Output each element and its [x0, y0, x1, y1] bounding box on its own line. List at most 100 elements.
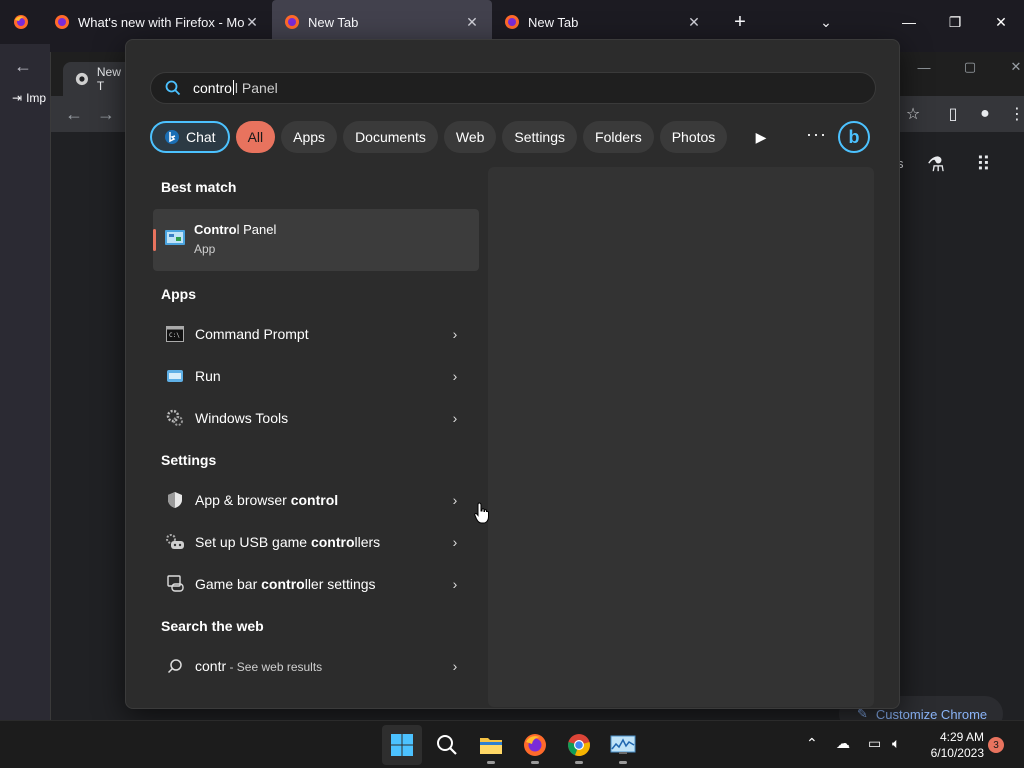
web-query-suffix: - See web results — [226, 660, 323, 674]
more-filters-play-icon[interactable]: ▶ — [752, 128, 770, 146]
notification-badge[interactable]: 3 — [988, 737, 1004, 753]
close-icon[interactable]: ✕ — [244, 14, 260, 31]
filter-all-button[interactable]: All — [235, 121, 276, 153]
more-options-ellipsis-icon[interactable]: ··· — [806, 124, 827, 145]
taskbar-search-button[interactable] — [427, 725, 467, 765]
chevron-right-icon[interactable]: › — [447, 326, 463, 342]
chevron-right-icon[interactable]: › — [447, 534, 463, 550]
chrome-minimize-icon[interactable]: — — [901, 52, 947, 82]
close-icon[interactable]: ✕ — [686, 14, 702, 31]
search-query: contro l Panel — [193, 80, 278, 96]
chevron-right-icon[interactable]: › — [447, 658, 463, 674]
selection-accent-bar — [153, 229, 156, 251]
result-label: App & browser control — [195, 492, 447, 508]
chrome-icon — [75, 72, 89, 86]
profile-avatar-icon[interactable]: ● — [973, 102, 997, 126]
best-match-control-panel[interactable]: Control Panel App — [153, 209, 479, 271]
show-hidden-icons-chevron-icon[interactable]: ⌃ — [806, 735, 818, 752]
firefox-tabstrip: What's new with Firefox - More ✕ New Tab… — [0, 0, 1024, 44]
maximize-icon[interactable]: ❐ — [932, 0, 978, 44]
result-command-prompt[interactable]: C:\ Command Prompt › — [153, 314, 479, 354]
side-panel-icon[interactable]: ▯ — [941, 102, 965, 126]
taskbar-clock[interactable]: 4:29 AM 6/10/2023 — [920, 729, 984, 761]
label-part: App & browser — [195, 492, 291, 508]
folder-icon — [480, 738, 502, 754]
bing-button[interactable]: b — [838, 121, 870, 153]
filter-documents-button[interactable]: Documents — [343, 121, 438, 153]
filter-apps-button[interactable]: Apps — [281, 121, 338, 153]
close-window-icon[interactable]: ✕ — [978, 0, 1024, 44]
firefox-tab-new-tab-active[interactable]: New Tab ✕ — [272, 0, 492, 44]
volume-icon[interactable]: 🔈︎ — [892, 735, 900, 752]
filter-chat-label: Chat — [186, 129, 216, 145]
chrome-icon — [568, 734, 590, 757]
hand-cursor-icon — [474, 502, 489, 524]
usb-controller-icon — [165, 532, 185, 552]
minimize-icon[interactable]: — — [886, 0, 932, 44]
firefox-tab-new-tab[interactable]: New Tab ✕ — [492, 0, 714, 44]
filter-chat-button[interactable]: Chat — [150, 121, 230, 153]
result-label: Command Prompt — [195, 326, 309, 342]
result-web-search[interactable]: contr - See web results › — [153, 646, 479, 686]
label-part: Set up USB game — [195, 534, 311, 550]
firefox-taskbar-button[interactable] — [515, 725, 555, 765]
labs-flask-icon[interactable]: ⚗ — [927, 152, 945, 177]
start-button[interactable] — [382, 725, 422, 765]
chrome-menu-icon[interactable]: ⋮ — [1005, 102, 1024, 126]
result-windows-tools[interactable]: Windows Tools › — [153, 398, 479, 438]
search-input[interactable]: contro l Panel — [150, 72, 876, 104]
result-game-bar-controller-settings[interactable]: Game bar controller settings › — [153, 564, 479, 604]
svg-text:C:\: C:\ — [169, 332, 180, 339]
clock-time: 4:29 AM — [939, 730, 984, 744]
result-label: Set up USB game controllers — [195, 534, 447, 550]
chrome-taskbar-button[interactable] — [559, 725, 599, 765]
result-label: contr - See web results — [195, 658, 447, 674]
chevron-right-icon[interactable]: › — [447, 410, 463, 426]
firefox-menu-icon[interactable] — [0, 0, 42, 44]
list-all-tabs-chevron-icon[interactable]: ⌄ — [811, 0, 841, 44]
chevron-right-icon[interactable]: › — [447, 576, 463, 592]
section-apps-heading: Apps — [161, 286, 196, 302]
chevron-right-icon[interactable]: › — [447, 368, 463, 384]
taskbar: ⌃ ☁ ▭ 🔈︎ 4:29 AM 6/10/2023 3 — [0, 720, 1024, 768]
new-tab-plus-icon[interactable]: + — [725, 0, 755, 44]
chrome-back-icon[interactable]: ← — [65, 104, 83, 125]
firefox-tab-whats-new[interactable]: What's new with Firefox - More ✕ — [42, 0, 272, 44]
chrome-maximize-icon[interactable]: ▢ — [947, 52, 993, 82]
chrome-forward-icon[interactable]: → — [97, 104, 115, 125]
filter-photos-button[interactable]: Photos — [659, 121, 728, 153]
clock-date: 6/10/2023 — [930, 746, 984, 760]
resource-monitor-button[interactable] — [603, 725, 643, 765]
filter-web-button[interactable]: Web — [443, 121, 497, 153]
filter-settings-button[interactable]: Settings — [502, 121, 578, 153]
result-run[interactable]: Run › — [153, 356, 479, 396]
result-usb-game-controllers[interactable]: Set up USB game controllers › — [153, 522, 479, 562]
chevron-right-icon[interactable]: › — [447, 492, 463, 508]
text-caret — [232, 80, 234, 95]
filter-folders-label: Folders — [595, 129, 642, 145]
section-settings-heading: Settings — [161, 452, 217, 468]
google-apps-grid-icon[interactable]: ⠿ — [976, 152, 991, 177]
label-bold: contro — [310, 534, 355, 550]
firefox-toolbar-area — [0, 44, 50, 720]
onedrive-cloud-icon[interactable]: ☁ — [836, 735, 850, 752]
chrome-close-icon[interactable]: ✕ — [993, 52, 1024, 82]
control-panel-icon — [165, 230, 185, 245]
search-icon — [165, 80, 181, 96]
bookmark-star-icon[interactable]: ☆ — [901, 102, 925, 126]
network-icon[interactable]: ▭ — [868, 735, 881, 752]
best-match-title-bold: Contro — [194, 222, 237, 237]
firefox-back-icon[interactable]: ← — [14, 56, 32, 77]
web-search-icon — [165, 656, 185, 676]
search-autocomplete-text: l Panel — [234, 80, 278, 96]
section-search-web-heading: Search the web — [161, 618, 264, 634]
firefox-import-bookmark[interactable]: ⇥ Imp — [12, 91, 46, 105]
close-icon[interactable]: ✕ — [464, 14, 480, 31]
result-app-browser-control[interactable]: App & browser control › — [153, 480, 479, 520]
filter-photos-label: Photos — [671, 129, 716, 145]
filter-folders-button[interactable]: Folders — [583, 121, 654, 153]
label-part: llers — [354, 534, 381, 550]
filter-documents-label: Documents — [355, 129, 426, 145]
file-explorer-button[interactable] — [471, 725, 511, 765]
tab-title: What's new with Firefox - More — [78, 14, 244, 30]
